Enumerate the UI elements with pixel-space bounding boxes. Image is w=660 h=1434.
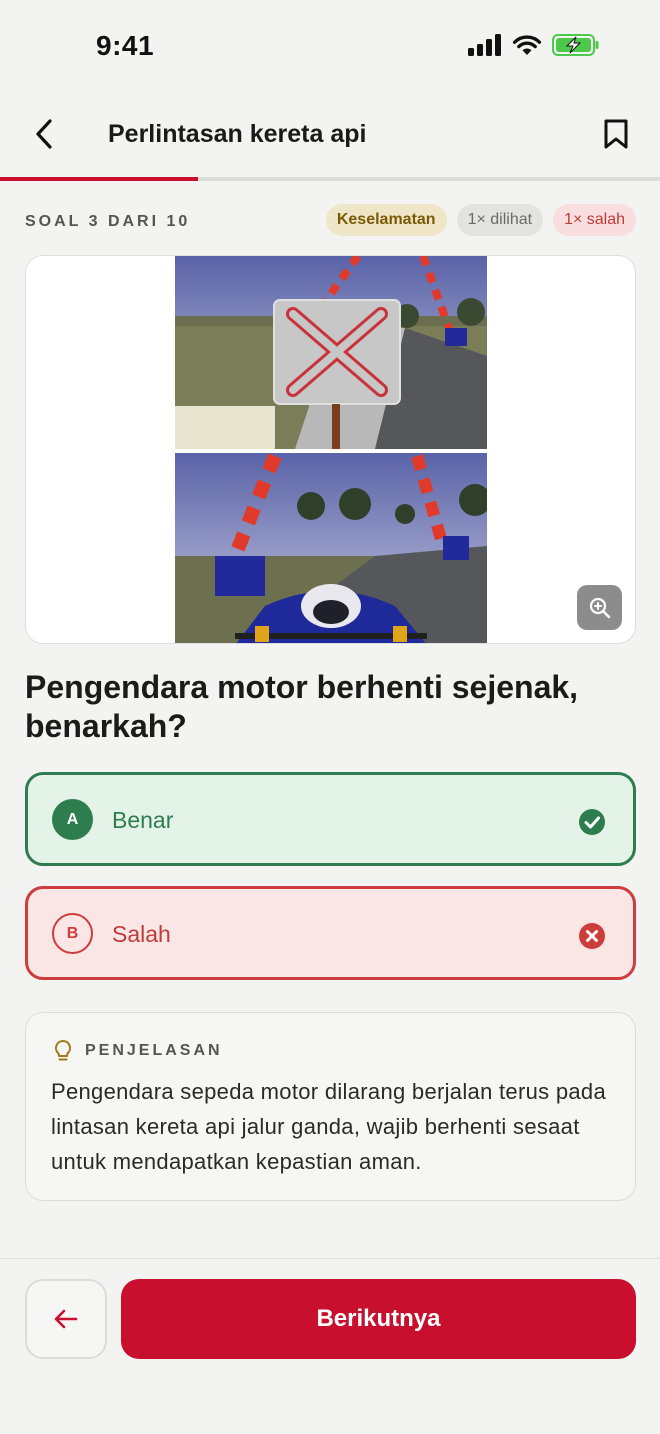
question-image (175, 256, 487, 643)
zoom-in-icon (589, 597, 610, 618)
option-label: Benar (112, 807, 174, 833)
explanation-label: PENJELASAN (85, 1042, 223, 1059)
chip-group: Keselamatan 1× dilihat 1× salah (325, 204, 636, 236)
explanation-card: PENJELASAN Pengendara sepeda motor dilar… (25, 1012, 636, 1201)
wrong-count-chip: 1× salah (553, 204, 636, 236)
signal-icon (468, 34, 501, 56)
zoom-button[interactable] (577, 585, 622, 630)
back-button[interactable] (24, 114, 64, 154)
previous-button[interactable] (25, 1279, 107, 1359)
question-text: Pengendara motor berhenti sejenak, benar… (25, 669, 579, 744)
lightbulb-icon (54, 1039, 72, 1061)
question-meta: SOAL 3 DARI 10 Keselamatan 1× dilihat 1×… (25, 204, 636, 238)
explanation-text: Pengendara sepeda motor dilarang berjala… (51, 1079, 606, 1174)
question-counter: SOAL 3 DARI 10 (25, 213, 191, 230)
battery-charging-icon (552, 34, 599, 56)
check-circle-icon (579, 809, 605, 835)
arrow-left-icon (54, 1309, 78, 1329)
views-chip: 1× dilihat (456, 204, 544, 236)
bookmark-icon (604, 119, 628, 149)
app-header: Perlintasan kereta api (0, 96, 660, 178)
chevron-left-icon (36, 119, 52, 149)
status-icons (468, 34, 600, 56)
answer-option-b[interactable]: B Salah (25, 886, 636, 980)
answer-option-a[interactable]: A Benar (25, 772, 636, 866)
page-title: Perlintasan kereta api (108, 120, 367, 148)
wifi-icon (512, 35, 542, 55)
status-bar: 9:41 (0, 0, 660, 96)
progress-bar (0, 177, 660, 181)
status-time: 9:41 (96, 30, 155, 61)
progress-fill (0, 177, 198, 181)
footer-divider (0, 1258, 660, 1259)
explanation-header: PENJELASAN (53, 1039, 223, 1063)
x-circle-icon (579, 923, 605, 949)
bookmark-button[interactable] (596, 114, 636, 154)
next-button[interactable]: Berikutnya (121, 1279, 636, 1359)
option-letter: A (52, 799, 93, 840)
option-label: Salah (112, 921, 171, 947)
question-image-card (25, 255, 636, 644)
category-chip: Keselamatan (325, 204, 447, 236)
option-letter: B (52, 913, 93, 954)
